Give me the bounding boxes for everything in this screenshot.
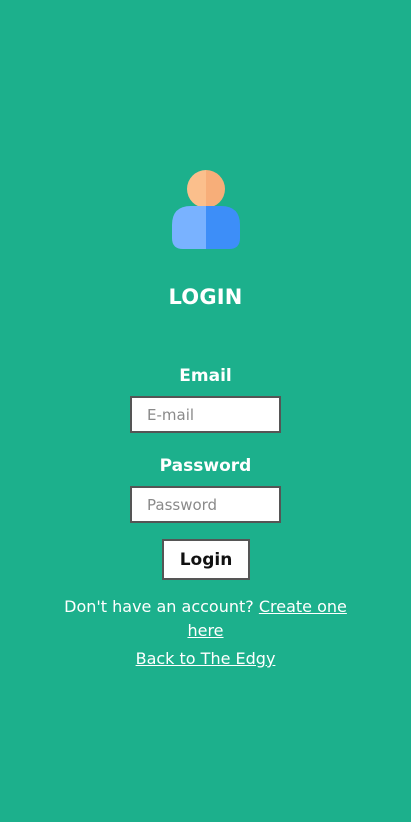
- email-label: Email: [179, 366, 232, 386]
- page-title: LOGIN: [168, 285, 243, 309]
- password-label: Password: [159, 456, 252, 476]
- login-button[interactable]: Login: [162, 539, 250, 580]
- signup-prompt-text: Don't have an account?: [64, 597, 254, 616]
- back-link-container: Back to The Edgy: [0, 647, 411, 671]
- password-field[interactable]: [130, 486, 281, 523]
- user-icon: [172, 169, 240, 251]
- login-screen: LOGIN Email Password Login Don't have an…: [0, 0, 411, 822]
- signup-prompt-line: Don't have an account? Create one here: [55, 595, 356, 643]
- email-field[interactable]: [130, 396, 281, 433]
- back-to-site-link[interactable]: Back to The Edgy: [136, 649, 276, 668]
